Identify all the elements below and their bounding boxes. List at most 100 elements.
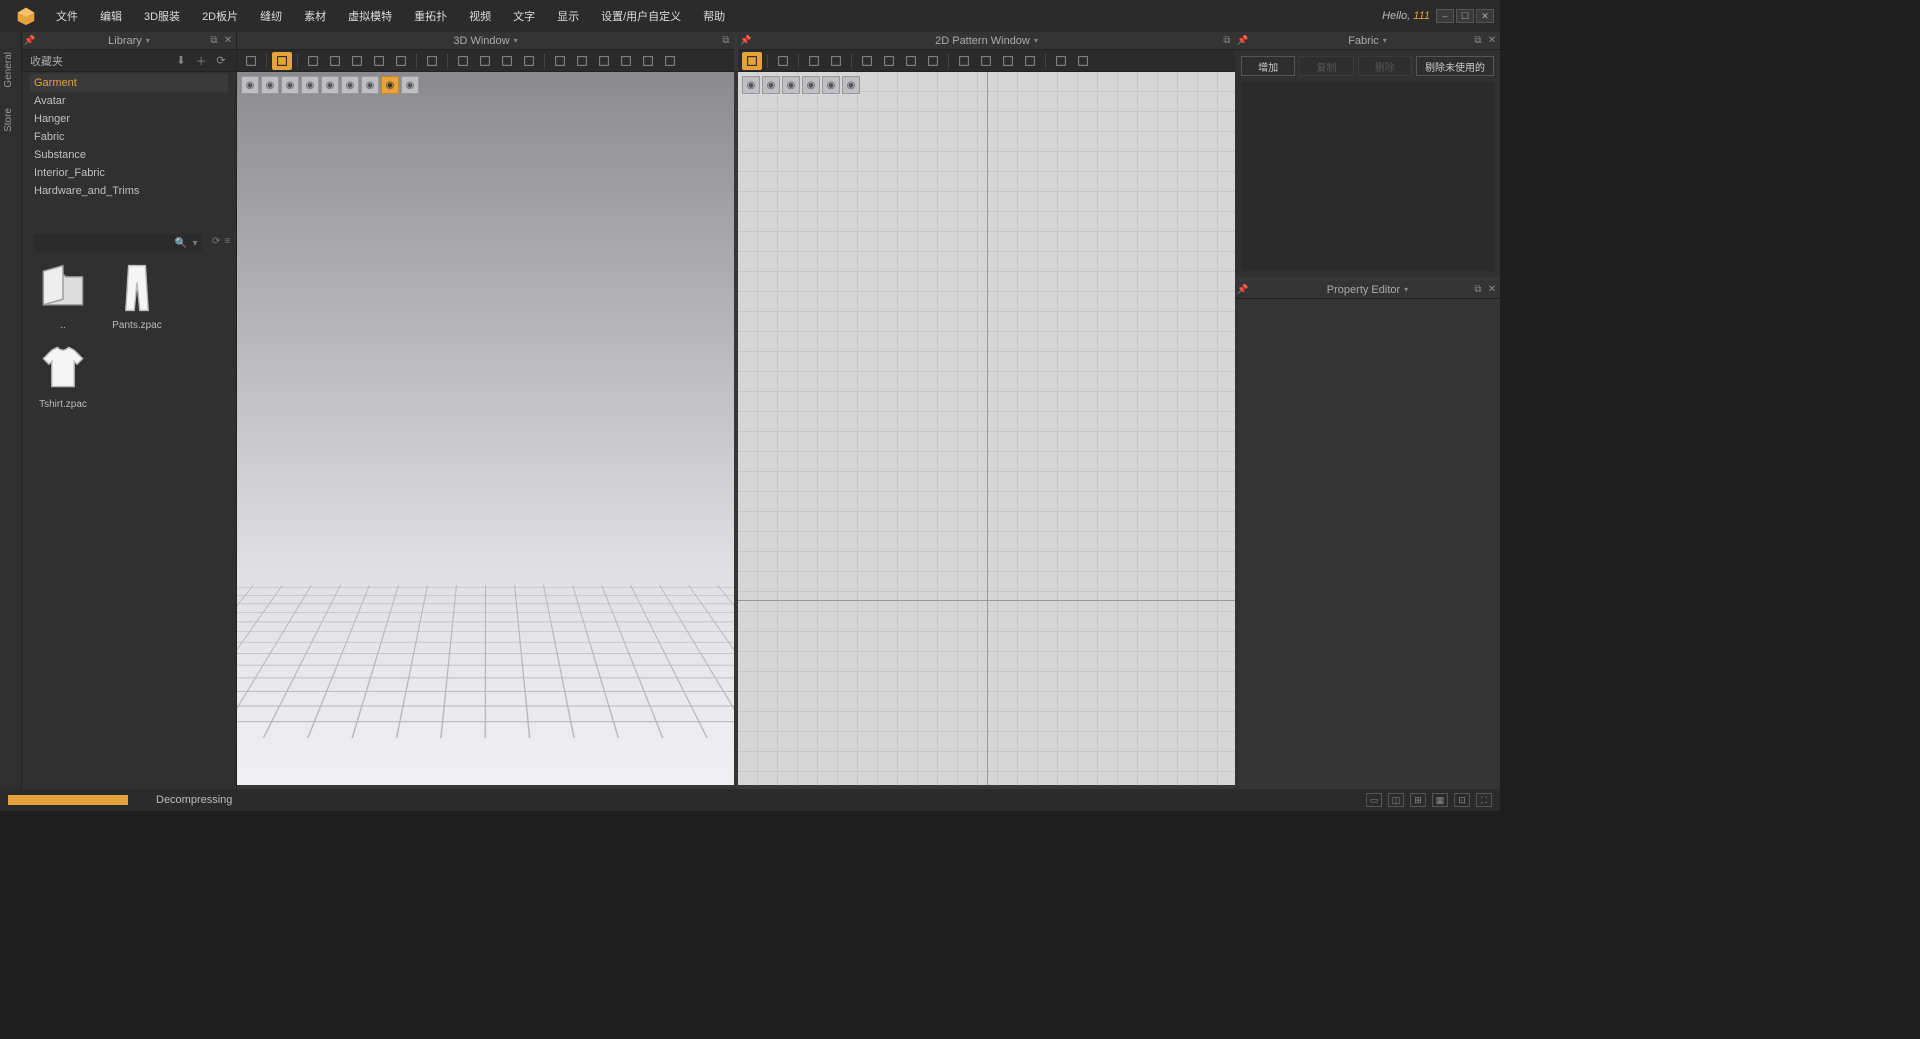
filter-icon[interactable]: ▾ (188, 238, 202, 249)
ov2d-btn-0[interactable]: ◉ (742, 76, 760, 94)
tb3d-btn-8[interactable] (453, 52, 473, 70)
ov3d-btn-4[interactable]: ◉ (321, 76, 339, 94)
popout-icon[interactable]: ⧉ (720, 35, 732, 47)
tb3d-btn-16[interactable] (638, 52, 658, 70)
close-panel-icon[interactable]: ✕ (1486, 284, 1498, 296)
maximize-button[interactable]: ☐ (1456, 9, 1474, 23)
pin-icon[interactable]: 📌 (740, 35, 751, 46)
thumb-Tshirt.zpac[interactable]: Tshirt.zpac (30, 339, 96, 410)
search-input[interactable] (34, 238, 174, 249)
reload-icon[interactable]: ⟳ (212, 236, 220, 247)
tb3d-btn-7[interactable] (422, 52, 442, 70)
tb3d-btn-17[interactable] (660, 52, 680, 70)
menu-9[interactable]: 文字 (503, 4, 545, 28)
menu-6[interactable]: 虚拟模特 (338, 4, 402, 28)
tb3d-btn-10[interactable] (497, 52, 517, 70)
tree-item-avatar[interactable]: Avatar (30, 92, 228, 110)
ov2d-btn-2[interactable]: ◉ (782, 76, 800, 94)
close-panel-icon[interactable]: ✕ (222, 35, 234, 47)
tb2d-btn-10[interactable] (998, 52, 1018, 70)
tree-item-interior_fabric[interactable]: Interior_Fabric (30, 164, 228, 182)
pin-icon[interactable]: 📌 (1237, 35, 1248, 46)
tb2d-btn-11[interactable] (1020, 52, 1040, 70)
ov2d-btn-5[interactable]: ◉ (842, 76, 860, 94)
dropdown-icon[interactable]: ▾ (1034, 36, 1038, 45)
tb2d-btn-9[interactable] (976, 52, 996, 70)
fabric-add-button[interactable]: 增加 (1241, 56, 1295, 76)
menu-5[interactable]: 素材 (294, 4, 336, 28)
tb3d-btn-1[interactable] (272, 52, 292, 70)
dropdown-icon[interactable]: ▾ (1404, 285, 1408, 294)
dropdown-icon[interactable]: ▾ (514, 36, 518, 45)
tb3d-btn-9[interactable] (475, 52, 495, 70)
add-icon[interactable]: ＋ (194, 54, 208, 68)
tb2d-btn-2[interactable] (804, 52, 824, 70)
tb3d-btn-12[interactable] (550, 52, 570, 70)
menu-12[interactable]: 帮助 (693, 4, 735, 28)
thumb-Pants.zpac[interactable]: Pants.zpac (104, 260, 170, 331)
tb2d-btn-1[interactable] (773, 52, 793, 70)
layout-6-icon[interactable]: ⛶ (1476, 793, 1492, 807)
menu-2[interactable]: 3D服装 (134, 4, 190, 28)
pin-icon[interactable]: 📌 (1237, 284, 1248, 295)
tb2d-btn-0[interactable] (742, 52, 762, 70)
popout-icon[interactable]: ⧉ (208, 35, 220, 47)
tree-item-fabric[interactable]: Fabric (30, 128, 228, 146)
dropdown-icon[interactable]: ▾ (146, 36, 150, 45)
menu-1[interactable]: 编辑 (90, 4, 132, 28)
menu-8[interactable]: 视频 (459, 4, 501, 28)
layout-5-icon[interactable]: ⊡ (1454, 793, 1470, 807)
ov3d-btn-7[interactable]: ◉ (381, 76, 399, 94)
layout-2-icon[interactable]: ◫ (1388, 793, 1404, 807)
popout-icon[interactable]: ⧉ (1221, 35, 1233, 47)
download-icon[interactable]: ⬇ (174, 54, 188, 68)
tb2d-btn-6[interactable] (901, 52, 921, 70)
layout-3-icon[interactable]: ⊞ (1410, 793, 1426, 807)
ov3d-btn-1[interactable]: ◉ (261, 76, 279, 94)
menu-7[interactable]: 重拓扑 (404, 4, 457, 28)
close-panel-icon[interactable]: ✕ (1486, 35, 1498, 47)
ov3d-btn-0[interactable]: ◉ (241, 76, 259, 94)
search-icon[interactable]: 🔍 (174, 238, 188, 249)
sidetab-general[interactable]: General (0, 44, 17, 96)
layout-1-icon[interactable]: ▭ (1366, 793, 1382, 807)
minimize-button[interactable]: – (1436, 9, 1454, 23)
thumb-..[interactable]: .. (30, 260, 96, 331)
list-view-icon[interactable]: ≡ (224, 236, 230, 247)
menu-0[interactable]: 文件 (46, 4, 88, 28)
tb3d-btn-14[interactable] (594, 52, 614, 70)
menu-4[interactable]: 缝纫 (250, 4, 292, 28)
dropdown-icon[interactable]: ▾ (1383, 36, 1387, 45)
tb3d-btn-3[interactable] (325, 52, 345, 70)
tree-item-garment[interactable]: Garment (30, 74, 228, 92)
tb3d-btn-11[interactable] (519, 52, 539, 70)
tb3d-btn-6[interactable] (391, 52, 411, 70)
tb2d-btn-13[interactable] (1073, 52, 1093, 70)
tb3d-btn-5[interactable] (369, 52, 389, 70)
ov3d-btn-6[interactable]: ◉ (361, 76, 379, 94)
ov3d-btn-5[interactable]: ◉ (341, 76, 359, 94)
refresh-icon[interactable]: ⟳ (214, 54, 228, 68)
tb2d-btn-3[interactable] (826, 52, 846, 70)
menu-11[interactable]: 设置/用户自定义 (591, 4, 691, 28)
menu-10[interactable]: 显示 (547, 4, 589, 28)
popout-icon[interactable]: ⧉ (1472, 35, 1484, 47)
pin-icon[interactable]: 📌 (24, 35, 35, 46)
layout-4-icon[interactable]: ▦ (1432, 793, 1448, 807)
tb3d-btn-13[interactable] (572, 52, 592, 70)
ov3d-btn-2[interactable]: ◉ (281, 76, 299, 94)
ov2d-btn-4[interactable]: ◉ (822, 76, 840, 94)
tb3d-btn-4[interactable] (347, 52, 367, 70)
menu-3[interactable]: 2D板片 (192, 4, 248, 28)
view-2d-canvas[interactable]: ◉◉◉◉◉◉ (738, 72, 1235, 785)
fabric-purge-button[interactable]: 剔除未使用的 (1416, 56, 1494, 76)
ov2d-btn-1[interactable]: ◉ (762, 76, 780, 94)
popout-icon[interactable]: ⧉ (1472, 284, 1484, 296)
ov3d-btn-3[interactable]: ◉ (301, 76, 319, 94)
close-button[interactable]: ✕ (1476, 9, 1494, 23)
tb3d-btn-2[interactable] (303, 52, 323, 70)
view-3d-canvas[interactable]: ◉◉◉◉◉◉◉◉◉ (237, 72, 734, 785)
tb3d-btn-0[interactable] (241, 52, 261, 70)
tb2d-btn-12[interactable] (1051, 52, 1071, 70)
ov3d-btn-8[interactable]: ◉ (401, 76, 419, 94)
